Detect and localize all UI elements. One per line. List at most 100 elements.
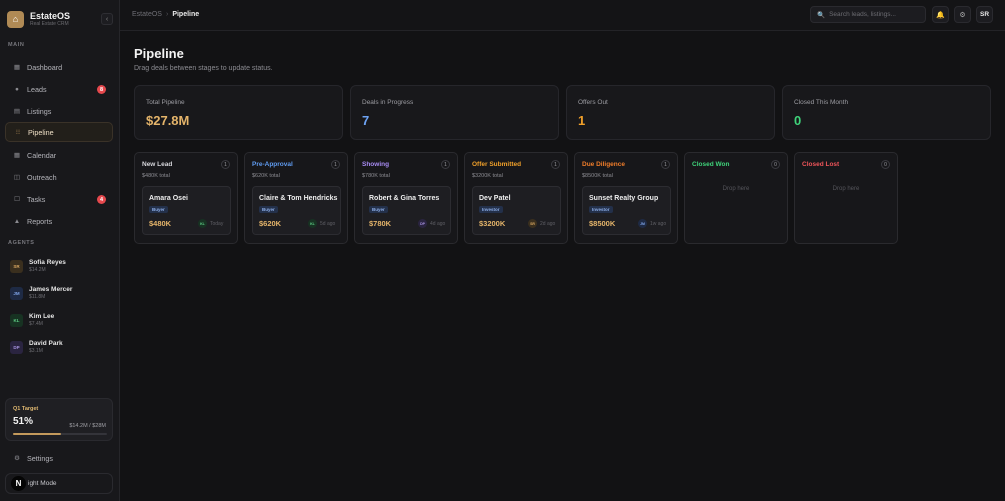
search-icon: 🔍 — [817, 11, 826, 19]
agent-name: Kim Lee — [29, 312, 55, 320]
breadcrumb-separator: › — [165, 11, 169, 18]
stat-label: Offers Out — [578, 99, 608, 106]
deal-name: Robert & Gina Torres — [369, 195, 440, 202]
target-progress-fill — [13, 433, 61, 435]
column-count-badge: 1 — [551, 160, 560, 169]
stat-label: Total Pipeline — [146, 99, 185, 106]
stat-value: $27.8M — [146, 113, 190, 128]
deal-value: $480K — [149, 219, 172, 228]
deal-name: Dev Patel — [479, 195, 511, 202]
search-box[interactable]: 🔍 — [810, 6, 926, 23]
avatar: JM — [10, 286, 23, 300]
column-title: Showing — [362, 161, 390, 168]
circle-icon: ● — [15, 85, 19, 93]
sidebar-item-dashboard[interactable]: ▦ Dashboard — [5, 57, 113, 77]
pipeline-column[interactable]: New Lead $480K total 1 Amara Osei Buyer $480K… — [134, 152, 238, 244]
sidebar-item-calendar[interactable]: ▦ Calendar — [5, 145, 113, 165]
pipeline-column[interactable]: Showing $780K total 1 Robert & Gina Torres B… — [354, 152, 458, 244]
deal-card[interactable]: Sunset Realty Group Investor $8500K JM 1w ag… — [582, 186, 671, 235]
sidebar-item-label: Listings — [27, 106, 52, 116]
pipeline-column[interactable]: Closed Won 0 Drop here — [684, 152, 788, 244]
stat-label: Closed This Month — [794, 99, 849, 106]
deal-time: 2d ago — [540, 221, 556, 227]
agent-item[interactable]: DP David Park $3.1M — [10, 337, 110, 357]
target-amount: $14.2M / $28M — [69, 423, 106, 429]
avatar: KL — [198, 219, 207, 228]
column-count-badge: 1 — [441, 160, 450, 169]
theme-toggle[interactable]: N ight Mode — [5, 473, 113, 494]
theme-toggle-label: ight Mode — [28, 480, 57, 487]
chevron-left-icon[interactable]: ‹ — [101, 13, 113, 25]
agent-name: David Park — [29, 339, 63, 347]
grid-icon: ▦ — [13, 64, 21, 71]
deal-value: $3200K — [479, 219, 506, 228]
notifications-button[interactable]: 🔔 — [932, 6, 949, 23]
sidebar-item-label: Calendar — [27, 150, 57, 160]
agent-item[interactable]: JM James Mercer $11.8M — [10, 283, 110, 303]
checkbox-icon: ☐ — [14, 196, 20, 203]
columns-icon: ⁝⁝ — [15, 129, 21, 136]
sidebar-item-pipeline[interactable]: ⁝⁝ Pipeline — [5, 122, 113, 142]
deal-name: Sunset Realty Group — [589, 195, 659, 202]
chart-icon: ▲ — [13, 217, 21, 225]
deal-value: $8500K — [589, 219, 616, 228]
deal-card[interactable]: Robert & Gina Torres Buyer $780K DP 4d ago — [362, 186, 451, 235]
topbar: EstateOS › Pipeline 🔍 🔔 ⚙ SR — [120, 0, 1005, 31]
sidebar-item-outreach[interactable]: ◫ Outreach — [5, 167, 113, 187]
column-total: $3200K total — [472, 173, 503, 179]
column-title: Closed Lost — [802, 161, 840, 168]
agent-name: James Mercer — [29, 285, 73, 293]
brand-name: EstateOS — [30, 10, 71, 21]
deal-time: Today — [210, 221, 224, 227]
section-label-agents: AGENTS — [8, 240, 35, 246]
sidebar-item-reports[interactable]: ▲ Reports — [5, 211, 113, 231]
avatar: DP — [10, 340, 23, 354]
brand[interactable]: ⌂ EstateOS Real Estate CRM — [7, 9, 113, 29]
gear-icon: ⚙ — [959, 11, 966, 19]
column-count-badge: 1 — [331, 160, 340, 169]
pipeline-column[interactable]: Offer Submitted $3200K total 1 Dev Patel Inv… — [464, 152, 568, 244]
sidebar-item-tasks[interactable]: ☐ Tasks 4 — [5, 189, 113, 209]
breadcrumb-root[interactable]: EstateOS — [132, 11, 162, 18]
pipeline-column[interactable]: Pre-Approval $620K total 1 Claire & Tom Hen… — [244, 152, 348, 244]
column-count-badge: 0 — [771, 160, 780, 169]
deal-value: $780K — [369, 219, 392, 228]
building-icon: ▤ — [13, 108, 21, 115]
user-avatar-button[interactable]: SR — [976, 6, 993, 23]
pipeline-column[interactable]: Closed Lost 0 Drop here — [794, 152, 898, 244]
column-count-badge: 1 — [661, 160, 670, 169]
avatar: KL — [308, 219, 317, 228]
target-progress-bar — [13, 433, 107, 435]
column-title: Offer Submitted — [472, 161, 522, 168]
agent-item[interactable]: KL Kim Lee $7.4M — [10, 310, 110, 330]
sidebar-item-label: Dashboard — [27, 62, 63, 72]
deal-type-badge: Investor — [589, 206, 613, 213]
stat-value: 1 — [578, 113, 586, 128]
agent-volume: $14.2M — [29, 266, 46, 273]
deal-name: Claire & Tom Hendricks — [259, 195, 338, 202]
sidebar-item-settings[interactable]: ⚙ Settings — [5, 450, 113, 466]
deal-card[interactable]: Claire & Tom Hendricks Buyer $620K KL 5d ago — [252, 186, 341, 235]
brand-subtitle: Real Estate CRM — [30, 20, 69, 27]
search-input[interactable] — [829, 11, 925, 18]
column-total: $780K total — [362, 173, 390, 179]
deal-type-badge: Buyer — [149, 206, 168, 213]
sidebar-item-listings[interactable]: ▤ Listings — [5, 101, 113, 121]
deal-card[interactable]: Dev Patel Investor $3200K SR 2d ago — [472, 186, 561, 235]
avatar: DP — [418, 219, 427, 228]
mail-icon: ◫ — [13, 174, 21, 181]
column-title: Closed Won — [692, 161, 730, 168]
avatar: JM — [638, 219, 647, 228]
stat-card: Offers Out 1 — [566, 85, 775, 140]
settings-label: Settings — [27, 453, 53, 463]
column-title: Pre-Approval — [252, 161, 293, 168]
deal-type-badge: Buyer — [259, 206, 278, 213]
house-icon: ⌂ — [7, 10, 24, 28]
pipeline-column[interactable]: Due Diligence $8500K total 1 Sunset Realty … — [574, 152, 678, 244]
target-label: Q1 Target — [13, 406, 39, 412]
sidebar-item-leads[interactable]: ● Leads 8 — [5, 79, 113, 99]
settings-button[interactable]: ⚙ — [954, 6, 971, 23]
deal-card[interactable]: Amara Osei Buyer $480K KL Today — [142, 186, 231, 235]
moon-icon: N — [11, 476, 26, 491]
agent-item[interactable]: SR Sofia Reyes $14.2M — [10, 256, 110, 276]
